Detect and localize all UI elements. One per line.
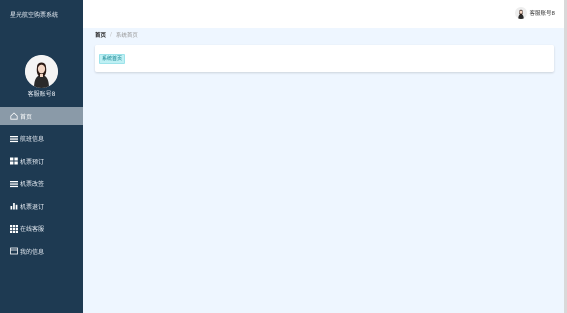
breadcrumb-current: 系统首页 xyxy=(115,33,138,39)
breadcrumb: 首页 / 系统首页 xyxy=(95,31,138,39)
avatar[interactable] xyxy=(25,55,58,88)
avatar[interactable] xyxy=(514,7,527,19)
sidebar-item-label: 我的信息 xyxy=(20,248,45,256)
sidebar-menu: 首页 航班信息 机票预订 机票改签 机票退订 在线客服 我的信息 xyxy=(0,107,83,265)
content-card: 系统首页 xyxy=(95,45,554,72)
sidebar-item-profile[interactable]: 我的信息 xyxy=(0,242,83,260)
grid-icon xyxy=(10,157,18,165)
sidebar: 星光航空购票系统 客服账号8 首页 航班信息 机票预订 机票改签 机票退订 在线… xyxy=(0,0,83,313)
breadcrumb-home[interactable]: 首页 xyxy=(95,31,106,39)
page-tag[interactable]: 系统首页 xyxy=(99,54,126,64)
user-menu[interactable]: 客服账号8 xyxy=(514,7,556,19)
sidebar-item-support[interactable]: 在线客服 xyxy=(0,220,83,238)
bar-chart-icon xyxy=(10,202,18,210)
sidebar-item-label: 机票预订 xyxy=(20,158,45,166)
sidebar-item-flights[interactable]: 航班信息 xyxy=(0,130,83,148)
sidebar-item-label: 在线客服 xyxy=(20,226,45,233)
sidebar-item-label: 机票改签 xyxy=(20,181,45,188)
home-icon xyxy=(10,112,18,120)
list-icon xyxy=(10,180,18,188)
sidebar-item-home[interactable]: 首页 xyxy=(0,107,83,125)
apps-icon xyxy=(10,224,18,233)
sidebar-item-label: 机票退订 xyxy=(20,203,45,211)
breadcrumb-separator: / xyxy=(110,32,112,38)
list-icon xyxy=(10,135,18,143)
card-icon xyxy=(10,247,18,255)
sidebar-item-label: 首页 xyxy=(20,113,33,121)
sidebar-user-name: 客服账号8 xyxy=(27,91,56,98)
sidebar-item-booking[interactable]: 机票预订 xyxy=(0,152,83,170)
sidebar-item-refund[interactable]: 机票退订 xyxy=(0,197,83,215)
sidebar-item-change[interactable]: 机票改签 xyxy=(0,175,83,193)
sidebar-item-label: 航班信息 xyxy=(20,136,45,143)
app-title: 星光航空购票系统 xyxy=(10,12,59,19)
header-user-name[interactable]: 客服账号8 xyxy=(530,9,556,17)
top-bar: 客服账号8 xyxy=(83,0,567,28)
